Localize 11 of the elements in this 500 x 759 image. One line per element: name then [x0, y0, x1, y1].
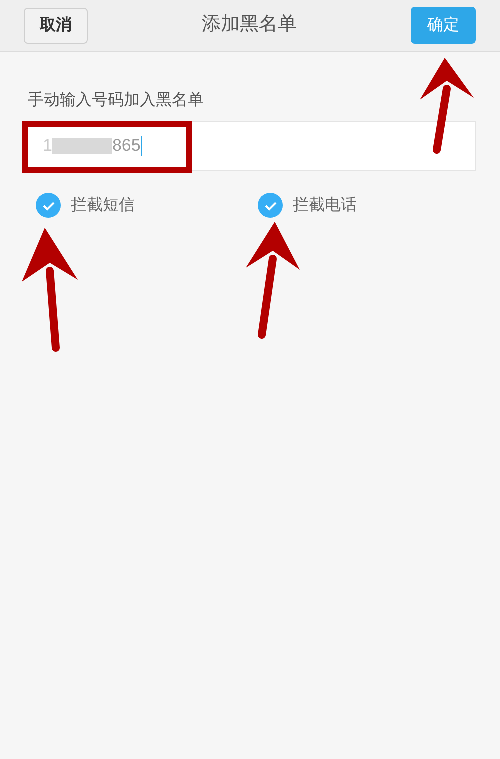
- checkbox-label: 拦截电话: [293, 196, 357, 216]
- checkbox-label: 拦截短信: [71, 196, 135, 216]
- field-label: 手动输入号码加入黑名单: [27, 90, 205, 111]
- checkbox[interactable]: [36, 193, 61, 218]
- checkbox[interactable]: [258, 193, 283, 218]
- blurred-digits: [52, 138, 112, 154]
- cancel-button[interactable]: 取消: [24, 8, 88, 44]
- number-text: 865: [112, 135, 141, 158]
- page-title: 添加黑名单: [202, 13, 297, 38]
- text-cursor: [140, 136, 142, 156]
- confirm-button[interactable]: 确定: [411, 7, 476, 44]
